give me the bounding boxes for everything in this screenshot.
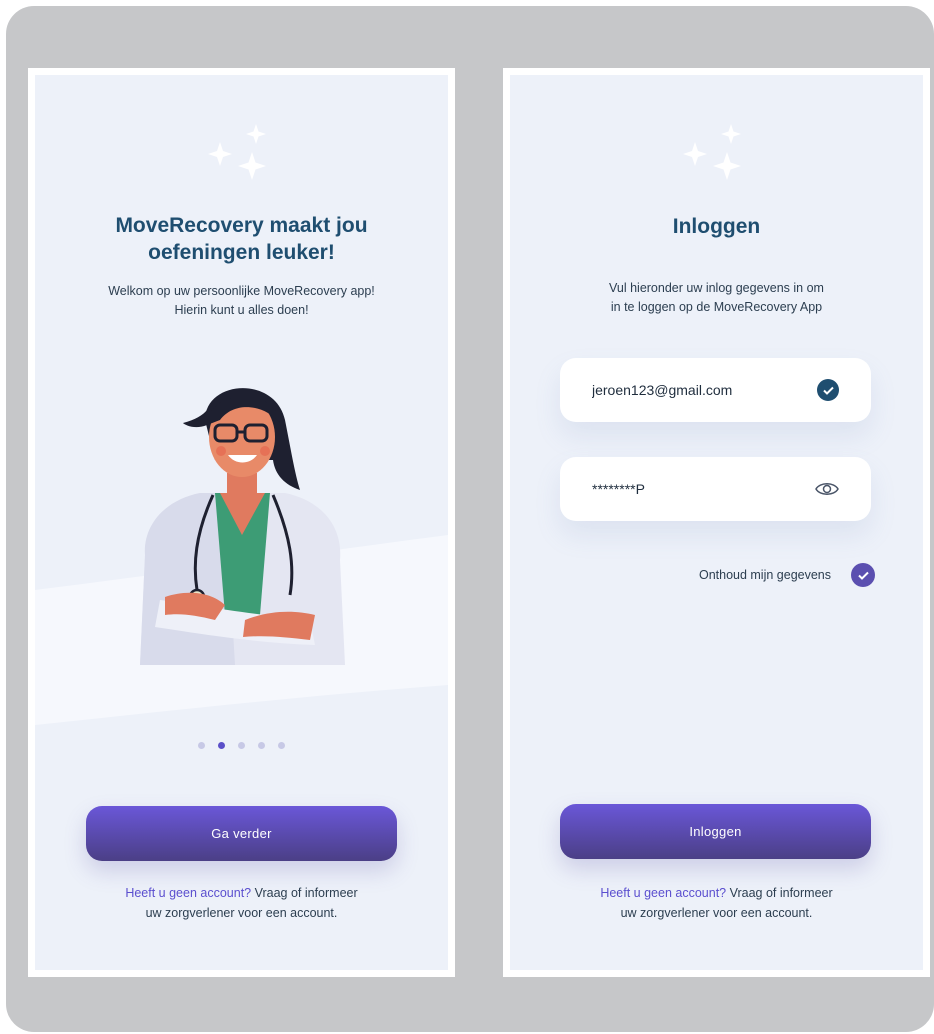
footer-text-part-1: Vraag of informeer bbox=[251, 886, 358, 900]
footer-text-part-2: uw zorgverlener voor een account. bbox=[620, 906, 813, 920]
login-button[interactable]: Inloggen bbox=[560, 804, 871, 859]
email-input[interactable] bbox=[592, 382, 817, 398]
remember-me-label: Onthoud mijn gegevens bbox=[698, 568, 831, 582]
instructions-line-2: in te loggen op de MoveRecovery App bbox=[610, 300, 823, 314]
continue-button[interactable]: Ga verder bbox=[86, 806, 397, 861]
welcome-line-1: Welkom op uw persoonlijke MoveRecovery a… bbox=[108, 284, 375, 298]
footer-text: Heeft u geen account? Vraag of informeer… bbox=[530, 883, 903, 923]
check-circle-icon[interactable] bbox=[851, 563, 875, 587]
login-screen: Inloggen Vul hieronder uw inlog gegevens… bbox=[503, 68, 930, 977]
login-instructions: Vul hieronder uw inlog gegevens in om in… bbox=[540, 279, 893, 317]
page-title: Inloggen bbox=[672, 215, 761, 238]
password-field[interactable] bbox=[560, 457, 871, 521]
page-dot[interactable] bbox=[278, 742, 285, 749]
page-dot[interactable] bbox=[238, 742, 245, 749]
footer-text: Heeft u geen account? Vraag of informeer… bbox=[55, 883, 428, 923]
email-field[interactable] bbox=[560, 358, 871, 422]
page-indicator bbox=[35, 742, 448, 749]
password-input[interactable] bbox=[592, 481, 815, 497]
page-dot-active[interactable] bbox=[218, 742, 225, 749]
footer-text-part-2: uw zorgverlener voor een account. bbox=[145, 906, 338, 920]
title-line-1: MoveRecovery maakt jou bbox=[115, 214, 368, 237]
instructions-line-1: Vul hieronder uw inlog gegevens in om bbox=[609, 281, 824, 295]
page-title: MoveRecovery maakt jou oefeningen leuker… bbox=[35, 212, 448, 266]
sparkles-icon bbox=[207, 124, 266, 180]
no-account-link[interactable]: Heeft u geen account? bbox=[600, 886, 726, 900]
check-circle-icon bbox=[817, 379, 839, 401]
welcome-text: Welkom op uw persoonlijke MoveRecovery a… bbox=[65, 282, 418, 320]
page-dot[interactable] bbox=[258, 742, 265, 749]
no-account-link[interactable]: Heeft u geen account? bbox=[125, 886, 251, 900]
page-dot[interactable] bbox=[198, 742, 205, 749]
doctor-illustration bbox=[140, 388, 345, 665]
remember-me[interactable]: Onthoud mijn gegevens bbox=[699, 563, 875, 587]
welcome-line-2: Hierin kunt u alles doen! bbox=[174, 303, 309, 317]
eye-icon[interactable] bbox=[815, 481, 839, 497]
title-line-2: oefeningen leuker! bbox=[148, 241, 335, 264]
sparkles-icon bbox=[682, 124, 741, 180]
onboarding-screen: MoveRecovery maakt jou oefeningen leuker… bbox=[28, 68, 455, 977]
footer-text-part-1: Vraag of informeer bbox=[726, 886, 833, 900]
